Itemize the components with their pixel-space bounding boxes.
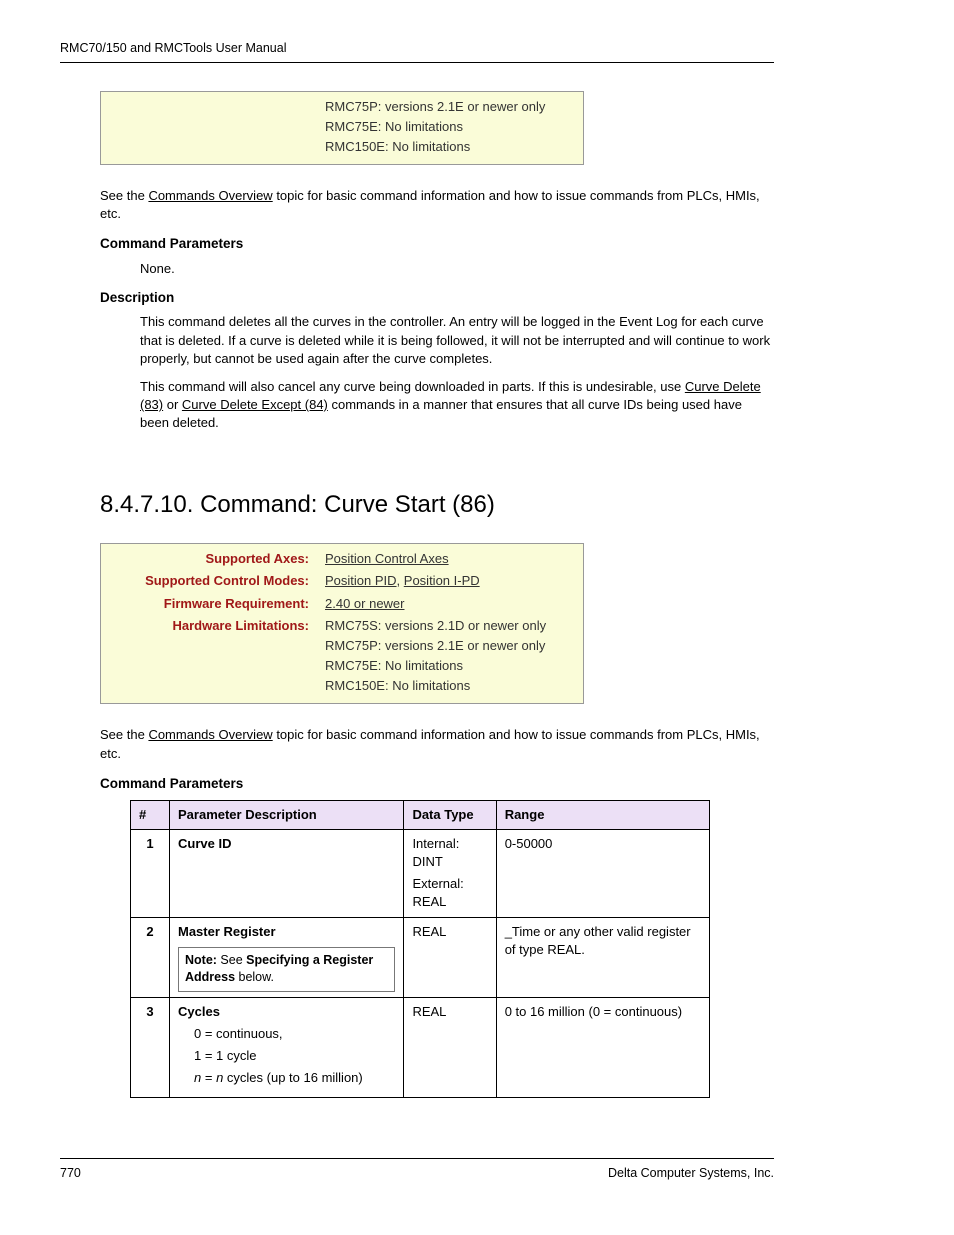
commands-overview-link-2[interactable]: Commands Overview xyxy=(148,727,272,742)
hw-line: RMC75E: No limitations xyxy=(325,118,575,136)
command-info-box: Supported Axes: Position Control Axes Su… xyxy=(100,543,584,704)
hw-line: RMC150E: No limitations xyxy=(325,138,575,156)
hardware-limitations-box-partial: RMC75P: versions 2.1E or newer only RMC7… xyxy=(100,91,584,166)
col-range: Range xyxy=(496,800,709,829)
param-datatype: REAL xyxy=(404,917,496,997)
hw-line: RMC150E: No limitations xyxy=(325,677,575,695)
header-title: RMC70/150 and RMCTools User Manual xyxy=(60,41,286,55)
description-heading: Description xyxy=(100,289,774,308)
hw-line: RMC75E: No limitations xyxy=(325,657,575,675)
table-row: 3 Cycles 0 = continuous, 1 = 1 cycle n =… xyxy=(131,997,710,1097)
command-parameters-body: None. xyxy=(140,260,774,278)
description-p2: This command will also cancel any curve … xyxy=(140,378,774,433)
command-parameters-table: # Parameter Description Data Type Range … xyxy=(130,800,710,1098)
commands-overview-link[interactable]: Commands Overview xyxy=(148,188,272,203)
hw-line: RMC75P: versions 2.1E or newer only xyxy=(325,98,575,116)
page-footer: 770 Delta Computer Systems, Inc. xyxy=(60,1158,774,1183)
section-title: 8.4.7.10. Command: Curve Start (86) xyxy=(100,488,774,522)
command-parameters-heading-2: Command Parameters xyxy=(100,775,774,794)
supported-control-modes-label: Supported Control Modes: xyxy=(101,570,317,592)
param-desc: Master Register Note: See Specifying a R… xyxy=(170,917,404,997)
param-num: 1 xyxy=(131,829,170,917)
param-desc: Curve ID xyxy=(170,829,404,917)
col-num: # xyxy=(131,800,170,829)
curve-delete-except-84-link[interactable]: Curve Delete Except (84) xyxy=(182,397,328,412)
param-range: 0 to 16 million (0 = continuous) xyxy=(496,997,709,1097)
param-datatype: REAL xyxy=(404,997,496,1097)
table-header-row: # Parameter Description Data Type Range xyxy=(131,800,710,829)
hw-line: RMC75P: versions 2.1E or newer only xyxy=(325,637,575,655)
intro-paragraph: See the Commands Overview topic for basi… xyxy=(100,187,774,223)
intro-paragraph-2: See the Commands Overview topic for basi… xyxy=(100,726,774,762)
position-pid-link[interactable]: Position PID xyxy=(325,573,397,588)
param-num: 2 xyxy=(131,917,170,997)
description-p1: This command deletes all the curves in t… xyxy=(140,313,774,368)
param-range: 0-50000 xyxy=(496,829,709,917)
register-note: Note: See Specifying a Register Address … xyxy=(178,947,395,992)
param-range: _Time or any other valid register of typ… xyxy=(496,917,709,997)
company-name: Delta Computer Systems, Inc. xyxy=(608,1165,774,1183)
supported-axes-label: Supported Axes: xyxy=(101,544,317,570)
page-header: RMC70/150 and RMCTools User Manual xyxy=(60,40,774,63)
firmware-version-link[interactable]: 2.40 or newer xyxy=(325,596,405,611)
hw-line: RMC75S: versions 2.1D or newer only xyxy=(325,617,575,635)
position-ipd-link[interactable]: Position I-PD xyxy=(404,573,480,588)
param-datatype: Internal: DINT External: REAL xyxy=(404,829,496,917)
command-parameters-heading: Command Parameters xyxy=(100,235,774,254)
hardware-limitations-label: Hardware Limitations: xyxy=(101,615,317,704)
param-desc: Cycles 0 = continuous, 1 = 1 cycle n = n… xyxy=(170,997,404,1097)
col-datatype: Data Type xyxy=(404,800,496,829)
param-num: 3 xyxy=(131,997,170,1097)
page-number: 770 xyxy=(60,1165,81,1183)
table-row: 2 Master Register Note: See Specifying a… xyxy=(131,917,710,997)
firmware-requirement-label: Firmware Requirement: xyxy=(101,593,317,615)
col-desc: Parameter Description xyxy=(170,800,404,829)
table-row: 1 Curve ID Internal: DINT External: REAL… xyxy=(131,829,710,917)
position-control-axes-link[interactable]: Position Control Axes xyxy=(325,551,449,566)
